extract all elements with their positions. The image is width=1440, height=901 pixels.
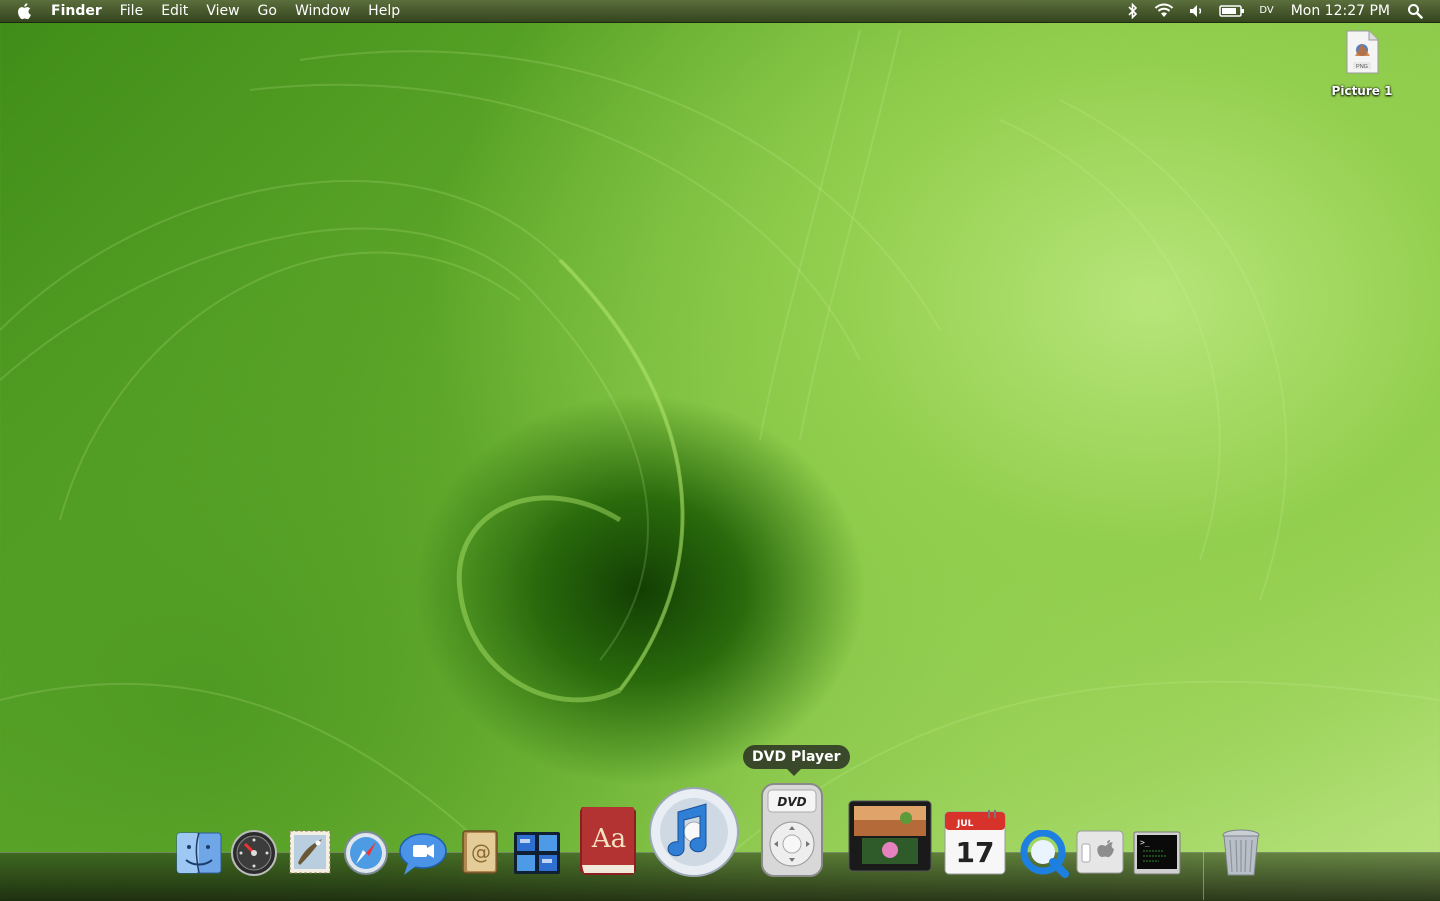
menu-edit[interactable]: Edit — [152, 0, 197, 22]
menu-bar: Finder File Edit View Go Window Help DV … — [0, 0, 1440, 23]
wifi-icon[interactable] — [1146, 0, 1182, 22]
desktop-wallpaper — [0, 29, 1440, 881]
battery-icon[interactable] — [1212, 0, 1252, 22]
menu-view[interactable]: View — [197, 0, 248, 22]
volume-icon[interactable] — [1182, 0, 1212, 22]
dock-finder-icon[interactable] — [176, 831, 222, 875]
desktop-file-label: Picture 1 — [1331, 84, 1393, 98]
dictionary-glyph: Aa — [591, 824, 626, 854]
dock-dvd-player-icon[interactable]: DVD — [760, 782, 824, 878]
dock-tooltip: DVD Player — [743, 745, 850, 776]
menu-file[interactable]: File — [111, 0, 152, 22]
desktop-file-icon[interactable]: PNG Picture 1 — [1318, 30, 1406, 98]
dock-ichat-icon[interactable] — [398, 831, 448, 877]
menu-window[interactable]: Window — [286, 0, 359, 22]
dock-terminal-icon[interactable]: >_ — [1133, 831, 1181, 875]
menu-help[interactable]: Help — [359, 0, 409, 22]
svg-text:>_: >_ — [1140, 838, 1150, 847]
menu-go[interactable]: Go — [249, 0, 286, 22]
dvd-logo-text: DVD — [777, 795, 806, 809]
bluetooth-icon[interactable] — [1120, 0, 1146, 22]
display-menu-label[interactable]: DV — [1252, 0, 1280, 22]
svg-text:@: @ — [471, 840, 491, 864]
dock-address-book-icon[interactable]: @ — [459, 829, 501, 875]
calendar-day: 17 — [956, 836, 995, 869]
menubar-clock[interactable]: Mon 12:27 PM — [1281, 0, 1400, 22]
dock-system-preferences-icon[interactable] — [1076, 830, 1124, 874]
dock-ical-icon[interactable]: JUL 17 — [943, 806, 1009, 876]
dock-trash-icon[interactable] — [1221, 828, 1261, 878]
png-badge: PNG — [1356, 64, 1368, 70]
spotlight-search-icon[interactable] — [1400, 0, 1430, 22]
dock-quicktime-icon[interactable] — [1019, 830, 1069, 878]
dock-separator — [1203, 852, 1204, 900]
calendar-month: JUL — [956, 819, 974, 829]
dock-spaces-icon[interactable] — [513, 831, 561, 875]
dock-mail-icon[interactable] — [288, 829, 332, 875]
app-menu-finder[interactable]: Finder — [42, 0, 111, 22]
dock-dictionary-icon[interactable]: Aa — [576, 803, 640, 877]
dock-itunes-icon[interactable] — [648, 786, 740, 878]
dock-safari-icon[interactable] — [343, 830, 389, 876]
apple-menu-icon[interactable] — [8, 2, 42, 20]
png-document-icon: PNG — [1345, 30, 1379, 74]
dock-dashboard-icon[interactable] — [231, 830, 277, 876]
dock-photo-booth-icon[interactable] — [848, 800, 932, 872]
